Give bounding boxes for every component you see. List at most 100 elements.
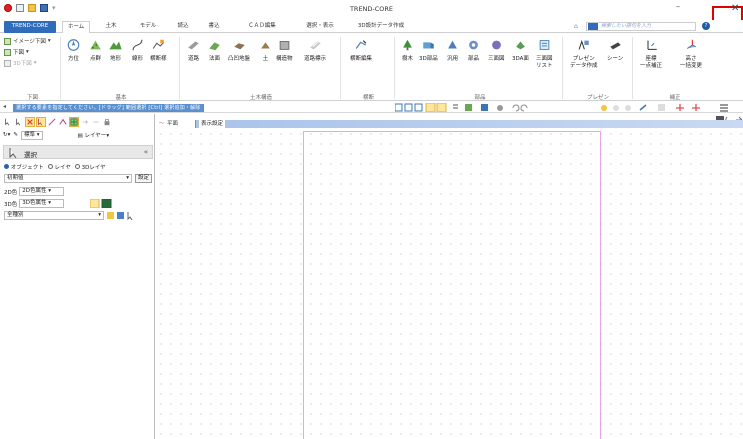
uneven-ground-icon — [233, 43, 245, 50]
kind-row: 全種別 ▾ — [4, 211, 136, 220]
kind-select[interactable]: 全種別 ▾ — [4, 211, 104, 220]
setting-button[interactable]: 設定 — [135, 174, 152, 183]
view-setting-label[interactable]: 表示設定 — [199, 120, 226, 128]
tab-import[interactable]: 読込 — [173, 21, 193, 33]
earth-button[interactable]: 土 — [258, 38, 273, 63]
select-polyline-icon[interactable] — [58, 117, 68, 127]
tab-select-view[interactable]: 選択・表示 — [300, 21, 340, 33]
tab-export[interactable]: 書込 — [204, 21, 224, 33]
height-change-button[interactable]: 高さ 一括変更 — [680, 38, 702, 70]
color-2d-select[interactable]: 2D色属性 ▾ — [19, 187, 65, 196]
hint-message: 選択する要素を指定してください。[ドラッグ] 範囲選択 [Ctrl] 選択追加・… — [13, 104, 204, 112]
select-pointer-icon[interactable] — [36, 116, 46, 127]
color-3d-select[interactable]: 3D色属性 ▾ — [19, 199, 65, 208]
3d-drawing-button[interactable]: 3D下図 ▾ — [4, 59, 37, 67]
rotate-icon[interactable]: ↻▾ — [3, 132, 10, 138]
scene-button[interactable]: シーン — [607, 38, 623, 63]
point-cloud-button[interactable]: 点群 — [88, 38, 103, 63]
cross-section-edit-icon — [355, 40, 366, 49]
three-view-list-button[interactable]: 三面図 リスト — [536, 38, 553, 70]
select-cross-icon[interactable] — [25, 116, 35, 127]
tab-home[interactable]: ホーム — [62, 21, 90, 33]
select-arrow-alt-icon[interactable] — [14, 117, 24, 127]
group-separator — [179, 37, 180, 99]
group-label-correction: 補正 — [669, 95, 681, 101]
minus-icon[interactable] — [91, 117, 101, 127]
group-label-lower-drawing: 下図 — [26, 95, 38, 101]
lower-drawing-button[interactable]: 下図 ▾ — [4, 48, 29, 56]
tree-icon — [403, 39, 412, 51]
ribbon: イメージ下図 ▾ 下図 ▾ 3D下図 ▾ 下図 方位 点群 地形 線形 横断様 基本 … — [0, 34, 743, 101]
minimize-button[interactable]: – — [676, 2, 680, 11]
cross-section-style-button[interactable]: 横断様 — [150, 38, 167, 63]
group-separator — [60, 37, 61, 99]
group-separator — [340, 37, 341, 99]
radio-object[interactable]: オブジェクト — [4, 163, 44, 171]
road-button[interactable]: 道路 — [186, 38, 201, 63]
select-arrow-icon[interactable] — [3, 117, 13, 127]
color-2d-row: 2D色 2D色属性 ▾ — [4, 187, 65, 196]
3da-view-icon — [516, 41, 525, 50]
arrow-right-icon[interactable] — [80, 117, 90, 127]
selection-mode-radios: オブジェクト レイヤ 3Dレイヤ — [4, 163, 106, 171]
snap-tools-icon[interactable] — [600, 103, 740, 112]
terrain-button[interactable]: 地形 — [108, 38, 123, 63]
structure-button[interactable]: 構造物 — [276, 38, 293, 63]
group-separator — [632, 37, 633, 99]
presen-data-button[interactable]: プレゼン データ作成 — [570, 38, 598, 70]
help-icon[interactable]: ? — [702, 22, 710, 30]
cross-section-edit-button[interactable]: 横断編集 — [350, 38, 372, 63]
tree-button[interactable]: 樹木 — [400, 38, 415, 63]
direction-button[interactable]: 方位 — [66, 38, 81, 63]
kind-filter-icons[interactable] — [106, 211, 136, 220]
coordinate-correction-label: 座標 一点補正 — [640, 56, 663, 69]
search-input[interactable]: 検索したい語句を入力 — [586, 22, 696, 31]
terrain-label: 地形 — [109, 56, 121, 62]
select-cursor-icon — [9, 148, 17, 159]
select-panel-header[interactable]: 選択 « — [3, 145, 153, 159]
color-2d-label: 2D色 — [4, 189, 18, 196]
view-tools-icon[interactable] — [395, 103, 545, 112]
slope-button[interactable]: 法面 — [207, 38, 222, 63]
height-change-icon — [686, 39, 696, 49]
slope-label: 法面 — [208, 56, 220, 62]
initial-value-select[interactable]: 初期値 ▾ — [4, 174, 132, 183]
lock-icon[interactable] — [102, 117, 112, 127]
3da-view-button[interactable]: 3DA面 — [512, 38, 529, 63]
parts-button[interactable]: 部品 — [466, 38, 481, 63]
tab-cad-edit[interactable]: ＣＡＤ編集 — [242, 21, 282, 33]
tab-model[interactable]: モデル — [136, 21, 160, 33]
alignment-button[interactable]: 線形 — [130, 38, 145, 63]
bell-icon[interactable]: ⌂ — [574, 23, 578, 30]
group-label-cross-section: 横断 — [362, 95, 374, 101]
general-button[interactable]: 汎用 — [445, 38, 460, 63]
coordinate-correction-button[interactable]: 座標 一点補正 — [640, 38, 662, 70]
select-grid-icon[interactable] — [69, 116, 79, 127]
collapse-chevron-icon[interactable]: « — [144, 148, 148, 156]
tab-plan-view[interactable]: 〜 平面 — [159, 120, 178, 128]
select-line-icon[interactable] — [47, 117, 57, 127]
three-view-button[interactable]: 三面図 — [488, 38, 505, 63]
collapse-icon[interactable]: ◂ — [3, 103, 6, 110]
radio-layer[interactable]: レイヤ — [47, 163, 71, 171]
tab-civil[interactable]: 土木 — [101, 21, 121, 33]
image-drawing-button[interactable]: イメージ下図 ▾ — [4, 37, 51, 45]
view-tab-strip — [195, 120, 743, 128]
height-change-label: 高さ 一括変更 — [680, 56, 703, 69]
tab-3d-design-data[interactable]: 3D設計データ作成 — [350, 21, 412, 33]
standard-combo[interactable]: 標準 ▾ — [20, 130, 43, 140]
pencil-icon[interactable]: ✎ — [13, 132, 18, 138]
tab-trend-core[interactable]: TREND-CORE — [4, 21, 56, 33]
3d-parts-button[interactable]: 3D部品 — [419, 38, 438, 63]
layer-button[interactable]: ▤ レイヤー▾ — [78, 131, 110, 139]
road-marking-button[interactable]: 道路標示 — [304, 38, 326, 63]
parts-label: 部品 — [467, 56, 479, 62]
close-button[interactable]: ✕ — [731, 3, 739, 14]
window-title: TREND-CORE — [349, 5, 394, 13]
camera-icon — [609, 42, 621, 50]
tree-label: 樹木 — [401, 56, 413, 62]
radio-3d-layer[interactable]: 3Dレイヤ — [74, 163, 106, 171]
uneven-ground-button[interactable]: 凸凹地盤 — [228, 38, 250, 63]
color-swatch-icon[interactable] — [90, 199, 112, 208]
road-label: 道路 — [187, 56, 199, 62]
